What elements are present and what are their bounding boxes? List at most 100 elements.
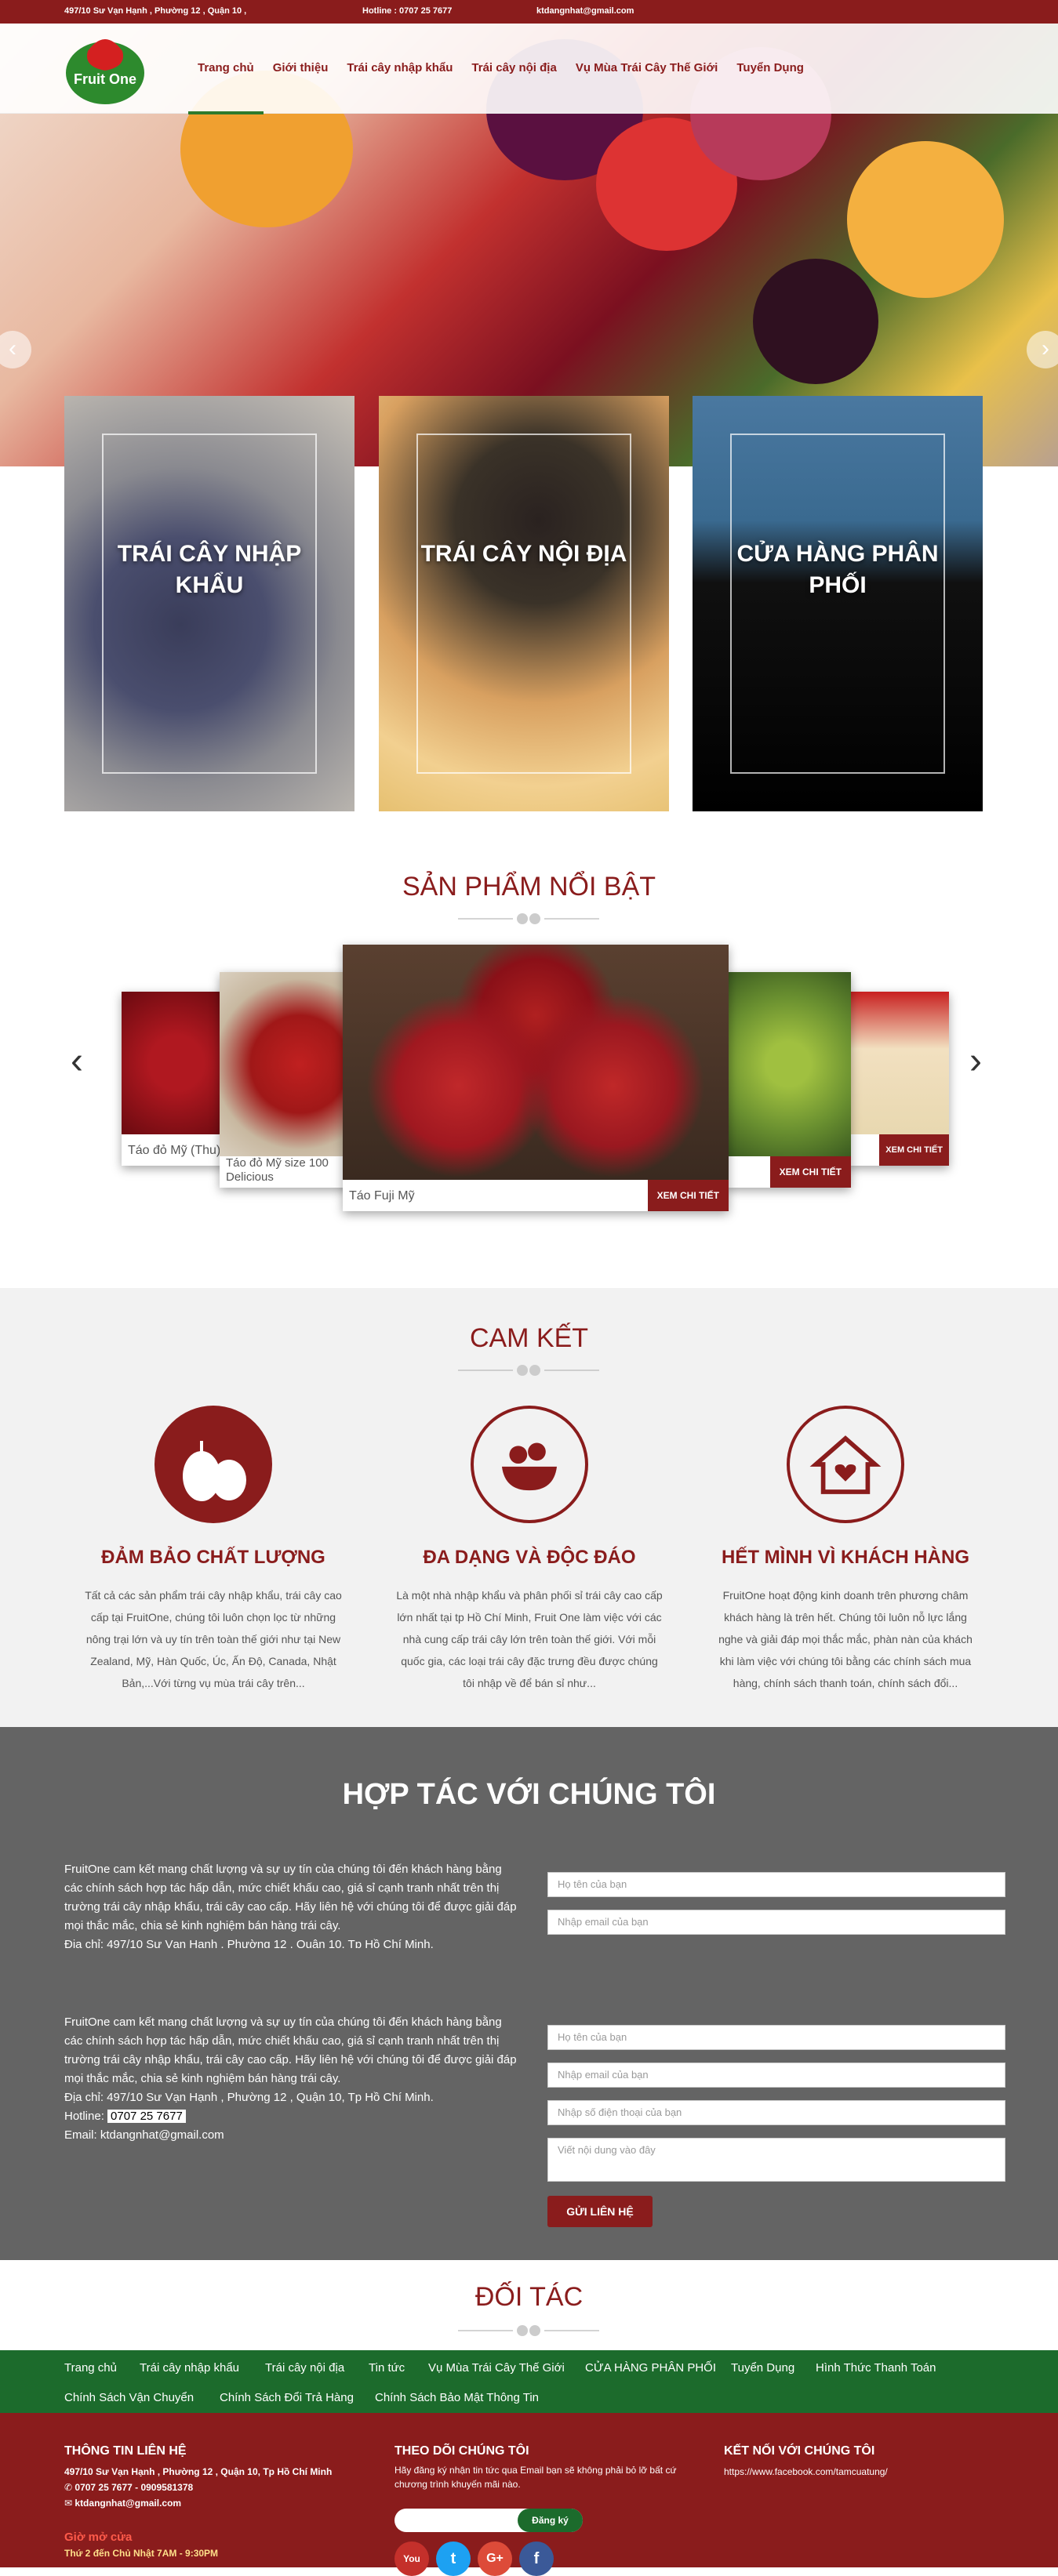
nav-imported[interactable]: Trái cây nhập khẩu <box>337 61 462 114</box>
product-image <box>122 992 231 1134</box>
commit-heading: HẾT MÌNH VÌ KHÁCH HÀNG <box>722 1547 969 1568</box>
footer-address: 497/10 Sư Vạn Hạnh , Phường 12 , Quận 10… <box>64 2466 333 2477</box>
commit-diversity: ĐA DẠNG VÀ ĐỘC ĐÁO Là một nhà nhập khẩu … <box>380 1406 678 1694</box>
featured-title: SẢN PHẨM NỔI BẬT <box>402 872 656 902</box>
site-header: Fruit One Trang chủ Giới thiệu Trái cây … <box>0 24 1058 114</box>
pear-icon <box>155 1406 272 1523</box>
product-image <box>343 945 729 1180</box>
footer-link[interactable]: Chính Sách Đổi Trả Hàng <box>220 2391 354 2404</box>
send-contact-button[interactable]: GỬI LIÊN HỆ <box>547 2196 653 2227</box>
category-frame <box>102 434 317 774</box>
commitment-section: CAM KẾT ĐẢM BẢO CHẤT LƯỢNG Tất cả các sả… <box>0 1288 1058 1727</box>
message-field[interactable]: Viết nội dung vào đây <box>547 2138 1005 2182</box>
category-imported[interactable]: TRÁI CÂY NHẬP KHẨU <box>64 396 354 811</box>
facebook-icon[interactable]: f <box>519 2542 554 2576</box>
twitter-icon[interactable]: t <box>436 2542 471 2576</box>
commit-customer: HẾT MÌNH VÌ KHÁCH HÀNG FruitOne hoạt độn… <box>696 1406 994 1694</box>
commit-text: Là một nhà nhập khẩu và phân phối sỉ trá… <box>396 1589 663 1689</box>
phone-field[interactable]: Nhập số điện thoại của bạn <box>547 2100 1005 2125</box>
footer-link[interactable]: Trái cây nội địa <box>265 2361 344 2375</box>
coop-email[interactable]: Email: ktdangnhat@gmail.com <box>64 2126 519 2145</box>
footer-facebook-link[interactable]: https://www.facebook.com/tamcuatung/ <box>724 2466 888 2477</box>
hero-prev-arrow[interactable]: ‹ <box>0 331 31 368</box>
carousel-next-arrow[interactable]: › <box>969 1039 982 1083</box>
category-frame <box>416 434 631 774</box>
footer-follow-title: THEO DÕI CHÚNG TÔI <box>394 2444 529 2458</box>
product-name: Táo Fuji Mỹ <box>349 1189 415 1203</box>
footer-email[interactable]: ✉ ktdangnhat@gmail.com <box>64 2498 181 2509</box>
category-title: TRÁI CÂY NHẬP KHẨU <box>117 541 302 598</box>
product-card[interactable]: XEM CHI TIẾT <box>725 972 851 1188</box>
footer-link[interactable]: Chính Sách Bảo Mật Thông Tin <box>375 2391 539 2404</box>
commit-title: CAM KẾT <box>469 1323 589 1353</box>
ghost-name-field[interactable]: Họ tên của bạn <box>547 1872 1005 1897</box>
nav-jobs[interactable]: Tuyển Dụng <box>727 61 813 114</box>
footer-link[interactable]: Hình Thức Thanh Toán <box>816 2361 936 2375</box>
product-card[interactable]: XEM CHI TIẾT <box>847 992 949 1166</box>
footer-follow-text: Hãy đăng ký nhận tin tức qua Email bạn s… <box>394 2465 677 2490</box>
hotline-value[interactable]: 0707 25 7677 <box>107 2110 186 2123</box>
hotline-label: Hotline: <box>64 2110 104 2123</box>
product-card[interactable]: Táo Fuji Mỹ XEM CHI TIẾT <box>343 945 729 1211</box>
footer-connect-title: KẾT NỐI VỚI CHÚNG TÔI <box>724 2444 875 2458</box>
main-nav: Trang chủ Giới thiệu Trái cây nhập khẩu … <box>188 61 813 114</box>
footer-phone[interactable]: ✆ 0707 25 7677 - 0909581378 <box>64 2482 193 2493</box>
coop-title: HỢP TÁC VỚI CHÚNG TÔI <box>342 1778 716 1811</box>
coop-description: FruitOne cam kết mang chất lượng và sự u… <box>64 2015 517 2085</box>
category-title: TRÁI CÂY NỘI ĐỊA <box>420 541 627 567</box>
coop-address: Địa chỉ: 497/10 Sư Vạn Hạnh , Phường 12 … <box>64 2091 434 2104</box>
category-frame <box>730 434 945 774</box>
footer-link[interactable]: Trái cây nhập khẩu <box>140 2361 239 2375</box>
product-card[interactable]: Táo đỏ Mỹ (Thu) <box>122 992 231 1166</box>
fruit-one-logo[interactable]: Fruit One <box>64 27 146 106</box>
product-detail-button[interactable]: XEM CHI TIẾT <box>647 1180 729 1211</box>
commit-quality: ĐẢM BẢO CHẤT LƯỢNG Tất cả các sản phẩm t… <box>64 1406 362 1694</box>
youtube-icon[interactable]: You <box>394 2542 429 2576</box>
carousel-prev-arrow[interactable]: ‹ <box>71 1039 83 1083</box>
product-detail-button[interactable]: XEM CHI TIẾT <box>879 1134 949 1166</box>
subscribe-button[interactable]: Đăng ký <box>518 2509 583 2532</box>
coop-description: FruitOne cam kết mang chất lượng và sự u… <box>64 1863 517 1932</box>
commit-heading: ĐA DẠNG VÀ ĐỘC ĐÁO <box>423 1547 636 1568</box>
footer-info-title: THÔNG TIN LIÊN HỆ <box>64 2444 187 2458</box>
email-field[interactable]: Nhập email của bạn <box>547 2063 1005 2088</box>
top-email[interactable]: ktdangnhat@gmail.com <box>536 6 634 16</box>
home-heart-icon <box>787 1406 904 1523</box>
footer-link[interactable]: Chính Sách Vận Chuyển <box>64 2391 194 2404</box>
title-divider-icon <box>458 2325 599 2336</box>
nav-about[interactable]: Giới thiệu <box>264 61 338 114</box>
product-card[interactable]: Táo đỏ Mỹ size 100 Delicious <box>220 972 353 1188</box>
nav-domestic[interactable]: Trái cây nội địa <box>462 61 565 114</box>
ghost-email-field[interactable]: Nhập email của bạn <box>547 1910 1005 1935</box>
footer-nav: Trang chủ Trái cây nhập khẩu Trái cây nộ… <box>0 2350 1058 2413</box>
product-image <box>725 972 851 1156</box>
google-plus-icon[interactable]: G+ <box>478 2542 512 2576</box>
product-detail-button[interactable]: XEM CHI TIẾT <box>769 1156 851 1188</box>
top-address: 497/10 Sư Vạn Hạnh , Phường 12 , Quận 10… <box>64 6 247 16</box>
partners-title: ĐỐI TÁC <box>474 2282 584 2312</box>
product-name: Táo đỏ Mỹ (Thu) <box>128 1144 221 1157</box>
footer-link[interactable]: Tuyển Dụng <box>731 2361 794 2375</box>
nav-home[interactable]: Trang chủ <box>188 61 264 114</box>
hero-next-arrow[interactable]: › <box>1027 331 1058 368</box>
cooperation-section: HỢP TÁC VỚI CHÚNG TÔI FruitOne cam kết m… <box>0 1727 1058 2260</box>
coop-hotline: Hotline: 0707 25 7677 <box>64 2107 519 2126</box>
partners-section: ĐỐI TÁC <box>0 2260 1058 2350</box>
nav-season[interactable]: Vụ Mùa Trái Cây Thế Giới <box>566 61 728 114</box>
title-divider-icon <box>458 913 599 924</box>
top-hotline[interactable]: Hotline : 0707 25 7677 <box>362 6 452 16</box>
footer-link[interactable]: Trang chủ <box>64 2361 117 2375</box>
commit-text: Tất cả các sản phẩm trái cây nhập khẩu, … <box>85 1589 342 1689</box>
fruit-bowl-icon <box>471 1406 588 1523</box>
coop-details: FruitOne cam kết mang chất lượng và sự u… <box>64 2013 519 2145</box>
footer-link[interactable]: Vụ Mùa Trái Cây Thế Giới <box>428 2361 565 2375</box>
footer-link[interactable]: CỬA HÀNG PHÂN PHỐI <box>585 2361 716 2375</box>
logo-text: Fruit One <box>74 71 136 87</box>
category-stores[interactable]: CỬA HÀNG PHÂN PHỐI <box>693 396 983 811</box>
name-field[interactable]: Họ tên của bạn <box>547 2025 1005 2050</box>
site-footer: THÔNG TIN LIÊN HỆ 497/10 Sư Vạn Hạnh , P… <box>0 2413 1058 2576</box>
category-domestic[interactable]: TRÁI CÂY NỘI ĐỊA <box>379 396 669 811</box>
footer-hours-title: Giờ mở cửa <box>64 2531 133 2544</box>
footer-link[interactable]: Tin tức <box>369 2361 405 2375</box>
product-name: Táo đỏ Mỹ size 100 Delicious <box>226 1156 329 1184</box>
